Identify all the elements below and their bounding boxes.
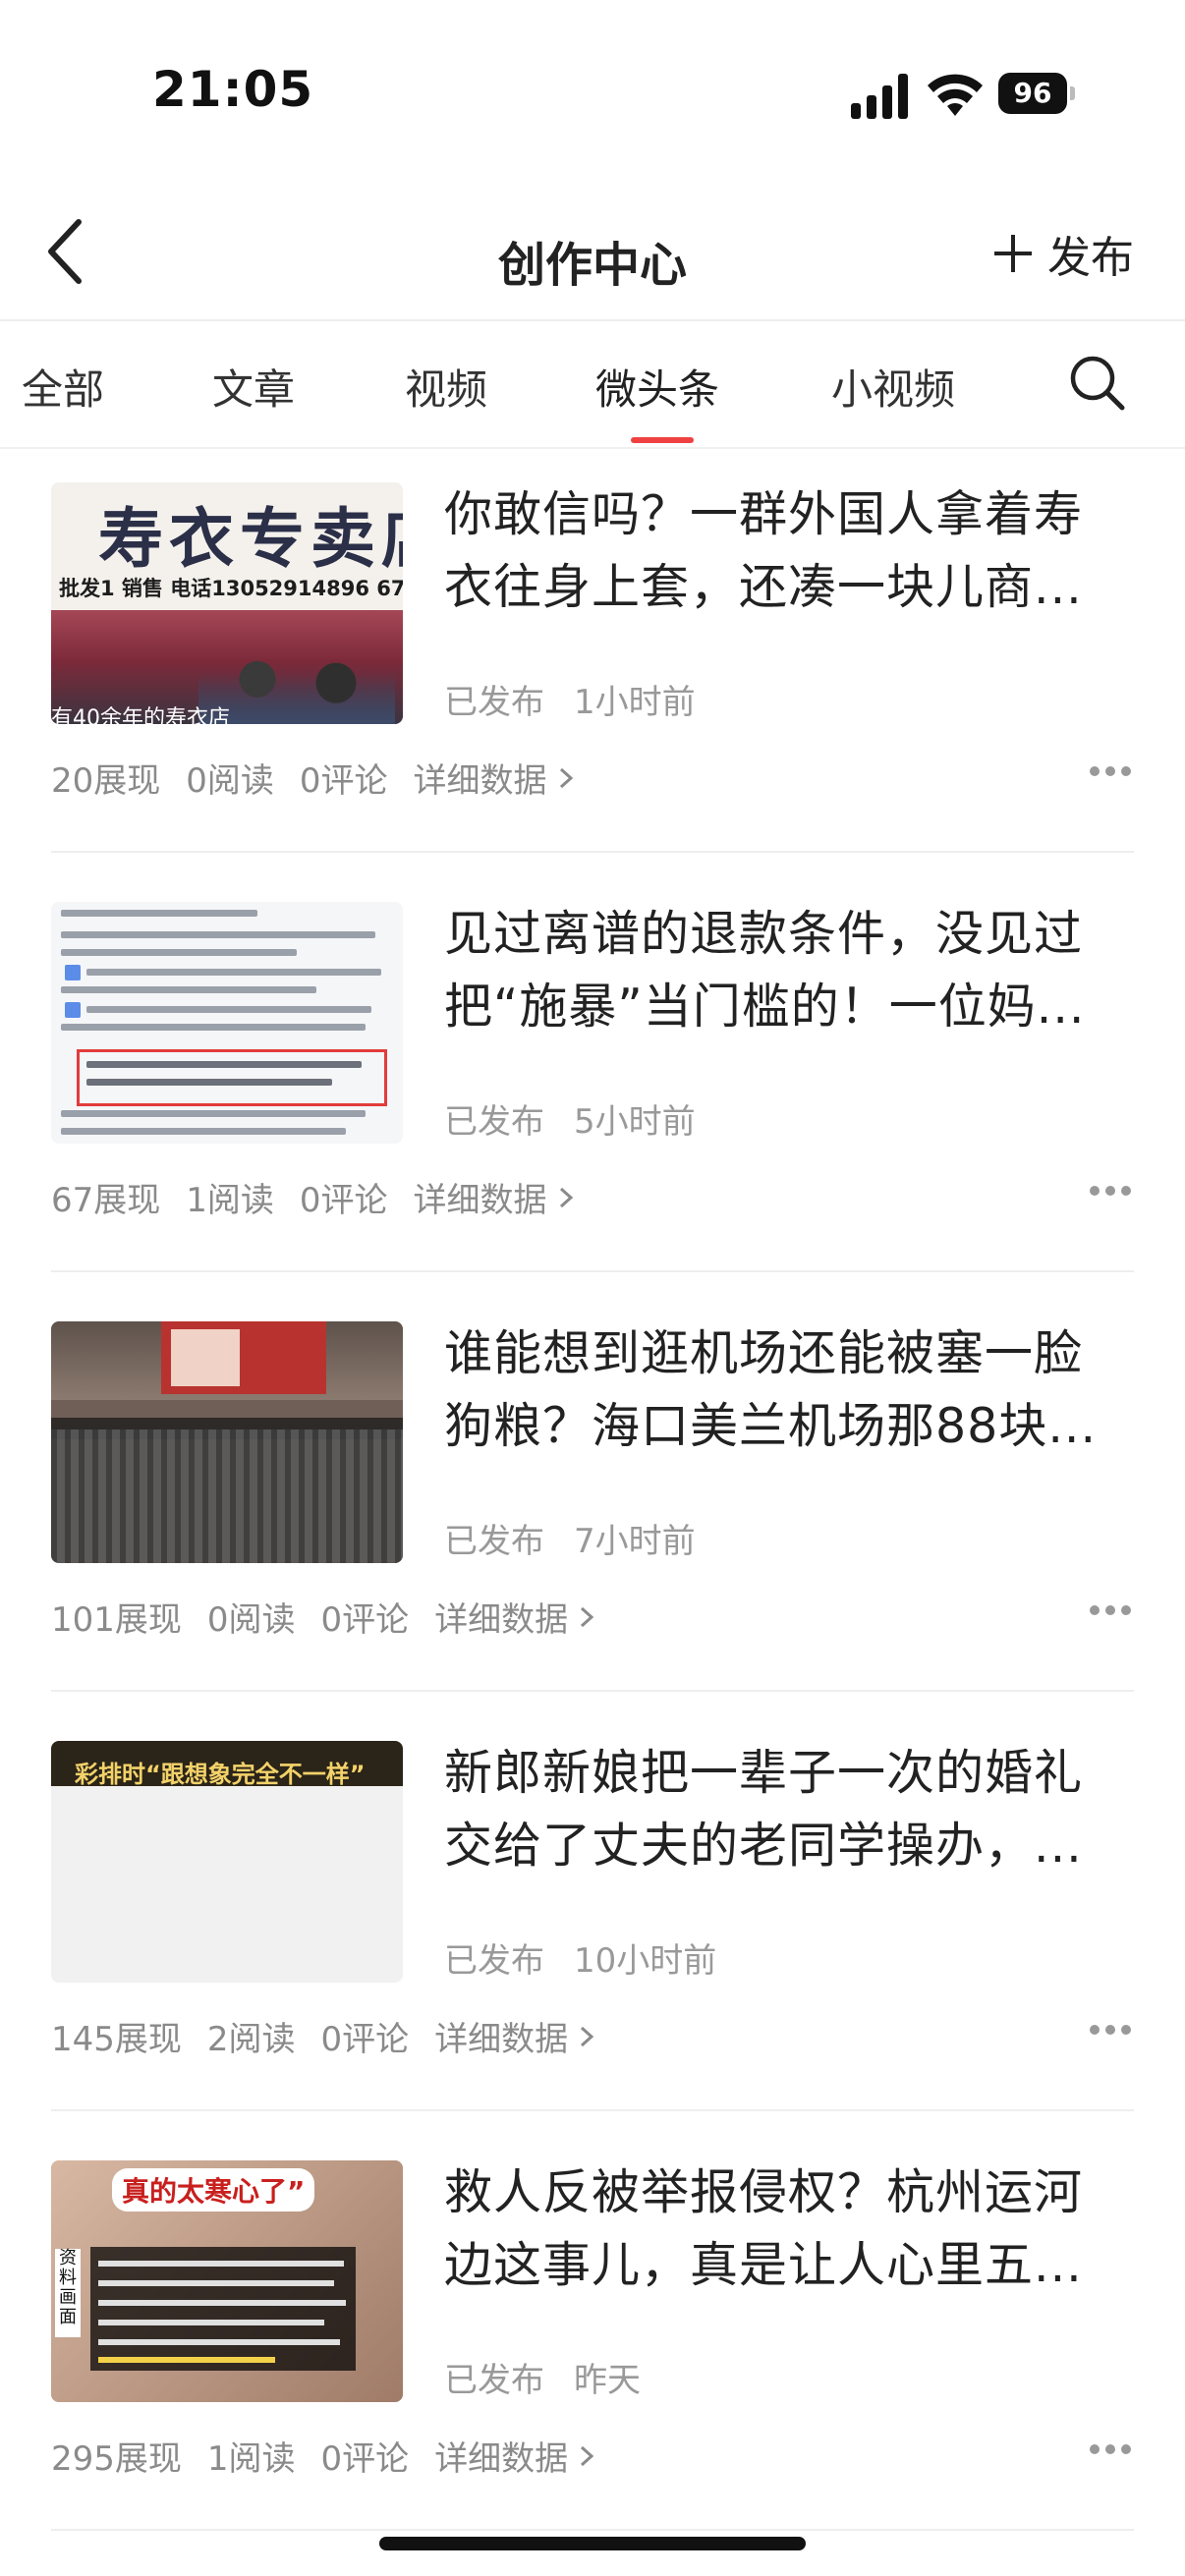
post-card[interactable]: 见过离谱的退款条件，没见过 把“施暴”当门槛的！一位妈... 已发布 5小时前 6… (0, 868, 1185, 1288)
post-card[interactable]: 寿衣专卖店 批发1 销售 电话13052914896 67 有40余年的寿衣店 … (0, 449, 1185, 868)
thumbnail-sign-subtext: 批发1 销售 电话13052914896 67 (59, 577, 403, 600)
publish-status: 已发布 (444, 1941, 544, 1981)
tab-micro-headlines[interactable]: 微头条 (595, 357, 719, 417)
post-thumbnail[interactable] (51, 1321, 403, 1563)
post-title[interactable]: 谁能想到逛机场还能被塞一脸 狗粮？海口美兰机场那88块... (444, 1317, 1132, 1463)
reads-count: 0阅读 (186, 761, 274, 801)
post-status: 已发布 1小时前 (444, 675, 696, 723)
more-options-icon[interactable] (1089, 2443, 1132, 2455)
active-tab-indicator (631, 437, 694, 443)
status-bar: 21:05 96 (0, 0, 1185, 187)
post-card[interactable]: 真的太寒心了” 资料画面 救人反被举报侵权？杭州运河 边这事儿，真是让人心里五.… (0, 2127, 1185, 2547)
divider (51, 1270, 1134, 1272)
comments-count: 0评论 (299, 761, 388, 801)
publish-label: 发布 (1047, 233, 1134, 283)
divider (51, 1690, 1134, 1692)
post-stats: 20展现 0阅读 0评论 详细数据 (51, 754, 575, 802)
plus-icon (994, 235, 1032, 272)
chevron-right-icon (559, 1187, 573, 1207)
reads-count: 1阅读 (186, 1181, 274, 1220)
post-stats: 145展现 2阅读 0评论 详细数据 (51, 2012, 595, 2060)
detail-data-link[interactable]: 详细数据 (414, 1173, 575, 1221)
post-title[interactable]: 见过离谱的退款条件，没见过 把“施暴”当门槛的！一位妈... (444, 898, 1132, 1043)
thumbnail-side-label: 资料画面 (55, 2249, 81, 2337)
search-icon[interactable] (1065, 351, 1128, 414)
publish-time: 7小时前 (574, 1522, 696, 1561)
post-thumbnail[interactable]: 真的太寒心了” 资料画面 (51, 2160, 403, 2402)
thumbnail-caption: 有40余年的寿衣店 (51, 706, 230, 724)
impressions-count: 67展现 (51, 1181, 161, 1220)
tab-videos[interactable]: 视频 (405, 357, 487, 417)
impressions-count: 295展现 (51, 2439, 182, 2479)
post-thumbnail[interactable]: 寿衣专卖店 批发1 销售 电话13052914896 67 有40余年的寿衣店 (51, 482, 403, 724)
publish-button[interactable]: 发布 (992, 226, 1134, 283)
more-options-icon[interactable] (1089, 1185, 1132, 1197)
post-status: 已发布 10小时前 (444, 1933, 716, 1982)
publish-time: 昨天 (574, 2361, 641, 2400)
comments-count: 0评论 (320, 1600, 410, 1640)
post-title[interactable]: 你敢信吗？一群外国人拿着寿 衣往身上套，还凑一块儿商... (444, 478, 1132, 624)
post-status: 已发布 5小时前 (444, 1094, 696, 1143)
more-options-icon[interactable] (1089, 1604, 1132, 1616)
tab-short-videos[interactable]: 小视频 (831, 357, 955, 417)
post-stats: 67展现 1阅读 0评论 详细数据 (51, 1173, 575, 1221)
impressions-count: 101展现 (51, 1600, 182, 1640)
publish-time: 1小时前 (574, 683, 696, 722)
divider (51, 2529, 1134, 2531)
comments-count: 0评论 (320, 2439, 410, 2479)
battery-level: 96 (998, 73, 1067, 114)
post-stats: 295展现 1阅读 0评论 详细数据 (51, 2432, 595, 2480)
publish-status: 已发布 (444, 683, 544, 722)
divider (51, 2109, 1134, 2111)
tab-all[interactable]: 全部 (22, 357, 104, 417)
post-status: 已发布 昨天 (444, 2353, 641, 2401)
publish-status: 已发布 (444, 1522, 544, 1561)
post-card[interactable]: 彩排时“跟想象完全不一样” 新郎新娘把一辈子一次的婚礼 交给了丈夫的老同学操办，… (0, 1708, 1185, 2127)
post-status: 已发布 7小时前 (444, 1514, 696, 1562)
reads-count: 0阅读 (206, 1600, 296, 1640)
post-thumbnail[interactable] (51, 902, 403, 1144)
category-tabs: 全部 文章 视频 微头条 小视频 (0, 321, 1185, 449)
wifi-icon (928, 74, 983, 116)
impressions-count: 145展现 (51, 2020, 182, 2059)
detail-data-link[interactable]: 详细数据 (434, 1593, 595, 1641)
detail-data-link[interactable]: 详细数据 (434, 2432, 595, 2480)
chevron-right-icon (581, 2026, 594, 2046)
post-stats: 101展现 0阅读 0评论 详细数据 (51, 1593, 595, 1641)
reads-count: 1阅读 (206, 2439, 296, 2479)
post-thumbnail[interactable]: 彩排时“跟想象完全不一样” (51, 1741, 403, 1983)
thumbnail-sign-text: 寿衣专卖店 (98, 500, 403, 577)
divider (51, 851, 1134, 853)
detail-data-link[interactable]: 详细数据 (414, 754, 575, 802)
chevron-right-icon (581, 2445, 594, 2466)
home-indicator[interactable] (379, 2537, 806, 2550)
comments-count: 0评论 (320, 2020, 410, 2059)
publish-status: 已发布 (444, 1102, 544, 1142)
more-options-icon[interactable] (1089, 2024, 1132, 2036)
publish-status: 已发布 (444, 2361, 544, 2400)
post-title[interactable]: 救人反被举报侵权？杭州运河 边这事儿，真是让人心里五... (444, 2156, 1132, 2302)
chevron-right-icon (581, 1606, 594, 1627)
detail-data-link[interactable]: 详细数据 (434, 2012, 595, 2060)
thumbnail-headline: 真的太寒心了” (112, 2168, 315, 2212)
cellular-signal-icon (851, 74, 908, 119)
thumbnail-banner-text: 彩排时“跟想象完全不一样” (75, 1761, 366, 1788)
post-card[interactable]: 谁能想到逛机场还能被塞一脸 狗粮？海口美兰机场那88块... 已发布 7小时前 1… (0, 1288, 1185, 1708)
more-options-icon[interactable] (1089, 765, 1132, 777)
publish-time: 5小时前 (574, 1102, 696, 1142)
tab-articles[interactable]: 文章 (212, 357, 295, 417)
reads-count: 2阅读 (206, 2020, 296, 2059)
impressions-count: 20展现 (51, 761, 161, 801)
post-title[interactable]: 新郎新娘把一辈子一次的婚礼 交给了丈夫的老同学操办，... (444, 1737, 1132, 1882)
publish-time: 10小时前 (574, 1941, 717, 1981)
nav-bar: 创作中心 发布 (0, 187, 1185, 321)
comments-count: 0评论 (299, 1181, 388, 1220)
chevron-right-icon (559, 767, 573, 788)
battery-icon: 96 (998, 73, 1075, 116)
status-time: 21:05 (152, 61, 314, 118)
